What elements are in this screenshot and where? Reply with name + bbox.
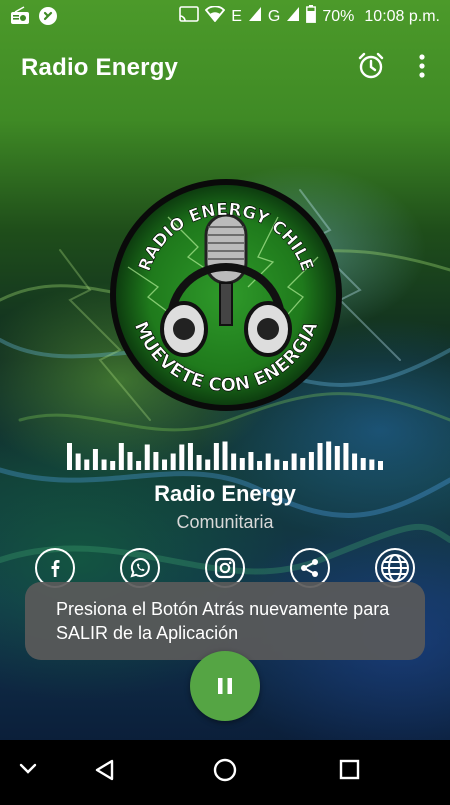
facebook-icon <box>51 560 60 577</box>
visualizer-bar <box>317 443 323 470</box>
station-logo: RADIO ENERGY CHILE MUEVETE CON ENERGIA <box>108 177 344 413</box>
navigation-bar <box>0 740 450 800</box>
station-name: Radio Energy <box>154 481 296 506</box>
chevron-down-icon[interactable] <box>19 763 37 774</box>
more-vert-icon <box>419 54 425 78</box>
visualizer-bar <box>248 452 254 470</box>
visualizer-bar <box>326 441 332 470</box>
visualizer-bar <box>213 443 219 470</box>
visualizer-bar <box>196 455 202 470</box>
visualizer-bar <box>127 452 133 470</box>
visualizer-bar <box>75 453 81 470</box>
visualizer-bar <box>170 453 176 470</box>
visualizer-bar <box>136 461 142 470</box>
instagram-icon <box>214 557 236 579</box>
visualizer-bar <box>101 459 107 470</box>
visualizer-bar <box>308 452 314 470</box>
signal-icon-2 <box>286 6 300 28</box>
visualizer-bar <box>187 443 193 470</box>
visualizer-bar <box>231 453 237 470</box>
cast-icon <box>179 6 200 28</box>
visualizer-bar <box>265 453 271 470</box>
share-icon <box>301 559 318 577</box>
network-type-e: E <box>231 8 242 25</box>
visualizer-bar <box>239 458 245 470</box>
exit-toast: Presiona el Botón Atrás nuevamente para … <box>25 582 425 660</box>
visualizer-bar <box>343 443 349 470</box>
pause-button[interactable] <box>190 651 260 721</box>
visualizer-bar <box>110 461 116 470</box>
station-genre: Comunitaria <box>176 512 274 532</box>
visualizer-bar <box>162 459 168 470</box>
radio-notification-icon <box>10 6 30 26</box>
visualizer-bar <box>144 444 150 470</box>
visualizer-bar <box>291 453 297 470</box>
visualizer-bar <box>153 452 159 470</box>
more-options-button[interactable] <box>412 50 432 82</box>
whatsapp-icon <box>130 558 150 578</box>
status-bar: E G 70% 10:08 p.m. <box>0 0 450 32</box>
visualizer-bar <box>179 444 185 470</box>
visualizer-bar <box>352 453 358 470</box>
battery-icon <box>306 5 317 29</box>
visualizer-bar <box>378 461 383 470</box>
home-icon[interactable] <box>213 758 237 782</box>
visualizer-bar <box>369 459 375 470</box>
recents-icon[interactable] <box>339 759 360 780</box>
visualizer-bar <box>222 441 228 470</box>
visualizer-bar <box>274 459 280 470</box>
visualizer-bar <box>360 458 366 470</box>
visualizer-bar <box>205 459 211 470</box>
pause-icon <box>218 678 232 694</box>
visualizer-bar <box>118 443 124 470</box>
visualizer-bar <box>84 459 90 470</box>
signal-icon <box>248 6 262 28</box>
clock: 10:08 p.m. <box>364 8 440 25</box>
audio-visualizer <box>67 441 383 470</box>
battery-percent: 70% <box>322 8 355 25</box>
alarm-clock-icon <box>358 52 384 79</box>
shazam-notification-icon <box>38 6 58 26</box>
alarm-button[interactable] <box>355 50 387 82</box>
wifi-icon <box>205 5 226 28</box>
visualizer-bar <box>257 461 263 470</box>
visualizer-bar <box>334 446 340 470</box>
visualizer-bar <box>67 443 72 470</box>
visualizer-bar <box>300 458 306 470</box>
visualizer-bar <box>92 449 98 470</box>
visualizer-bar <box>282 461 288 470</box>
back-icon[interactable] <box>95 759 114 781</box>
network-type-g: G <box>267 8 281 25</box>
globe-icon <box>381 554 409 582</box>
app-title: Radio Energy <box>21 54 179 81</box>
